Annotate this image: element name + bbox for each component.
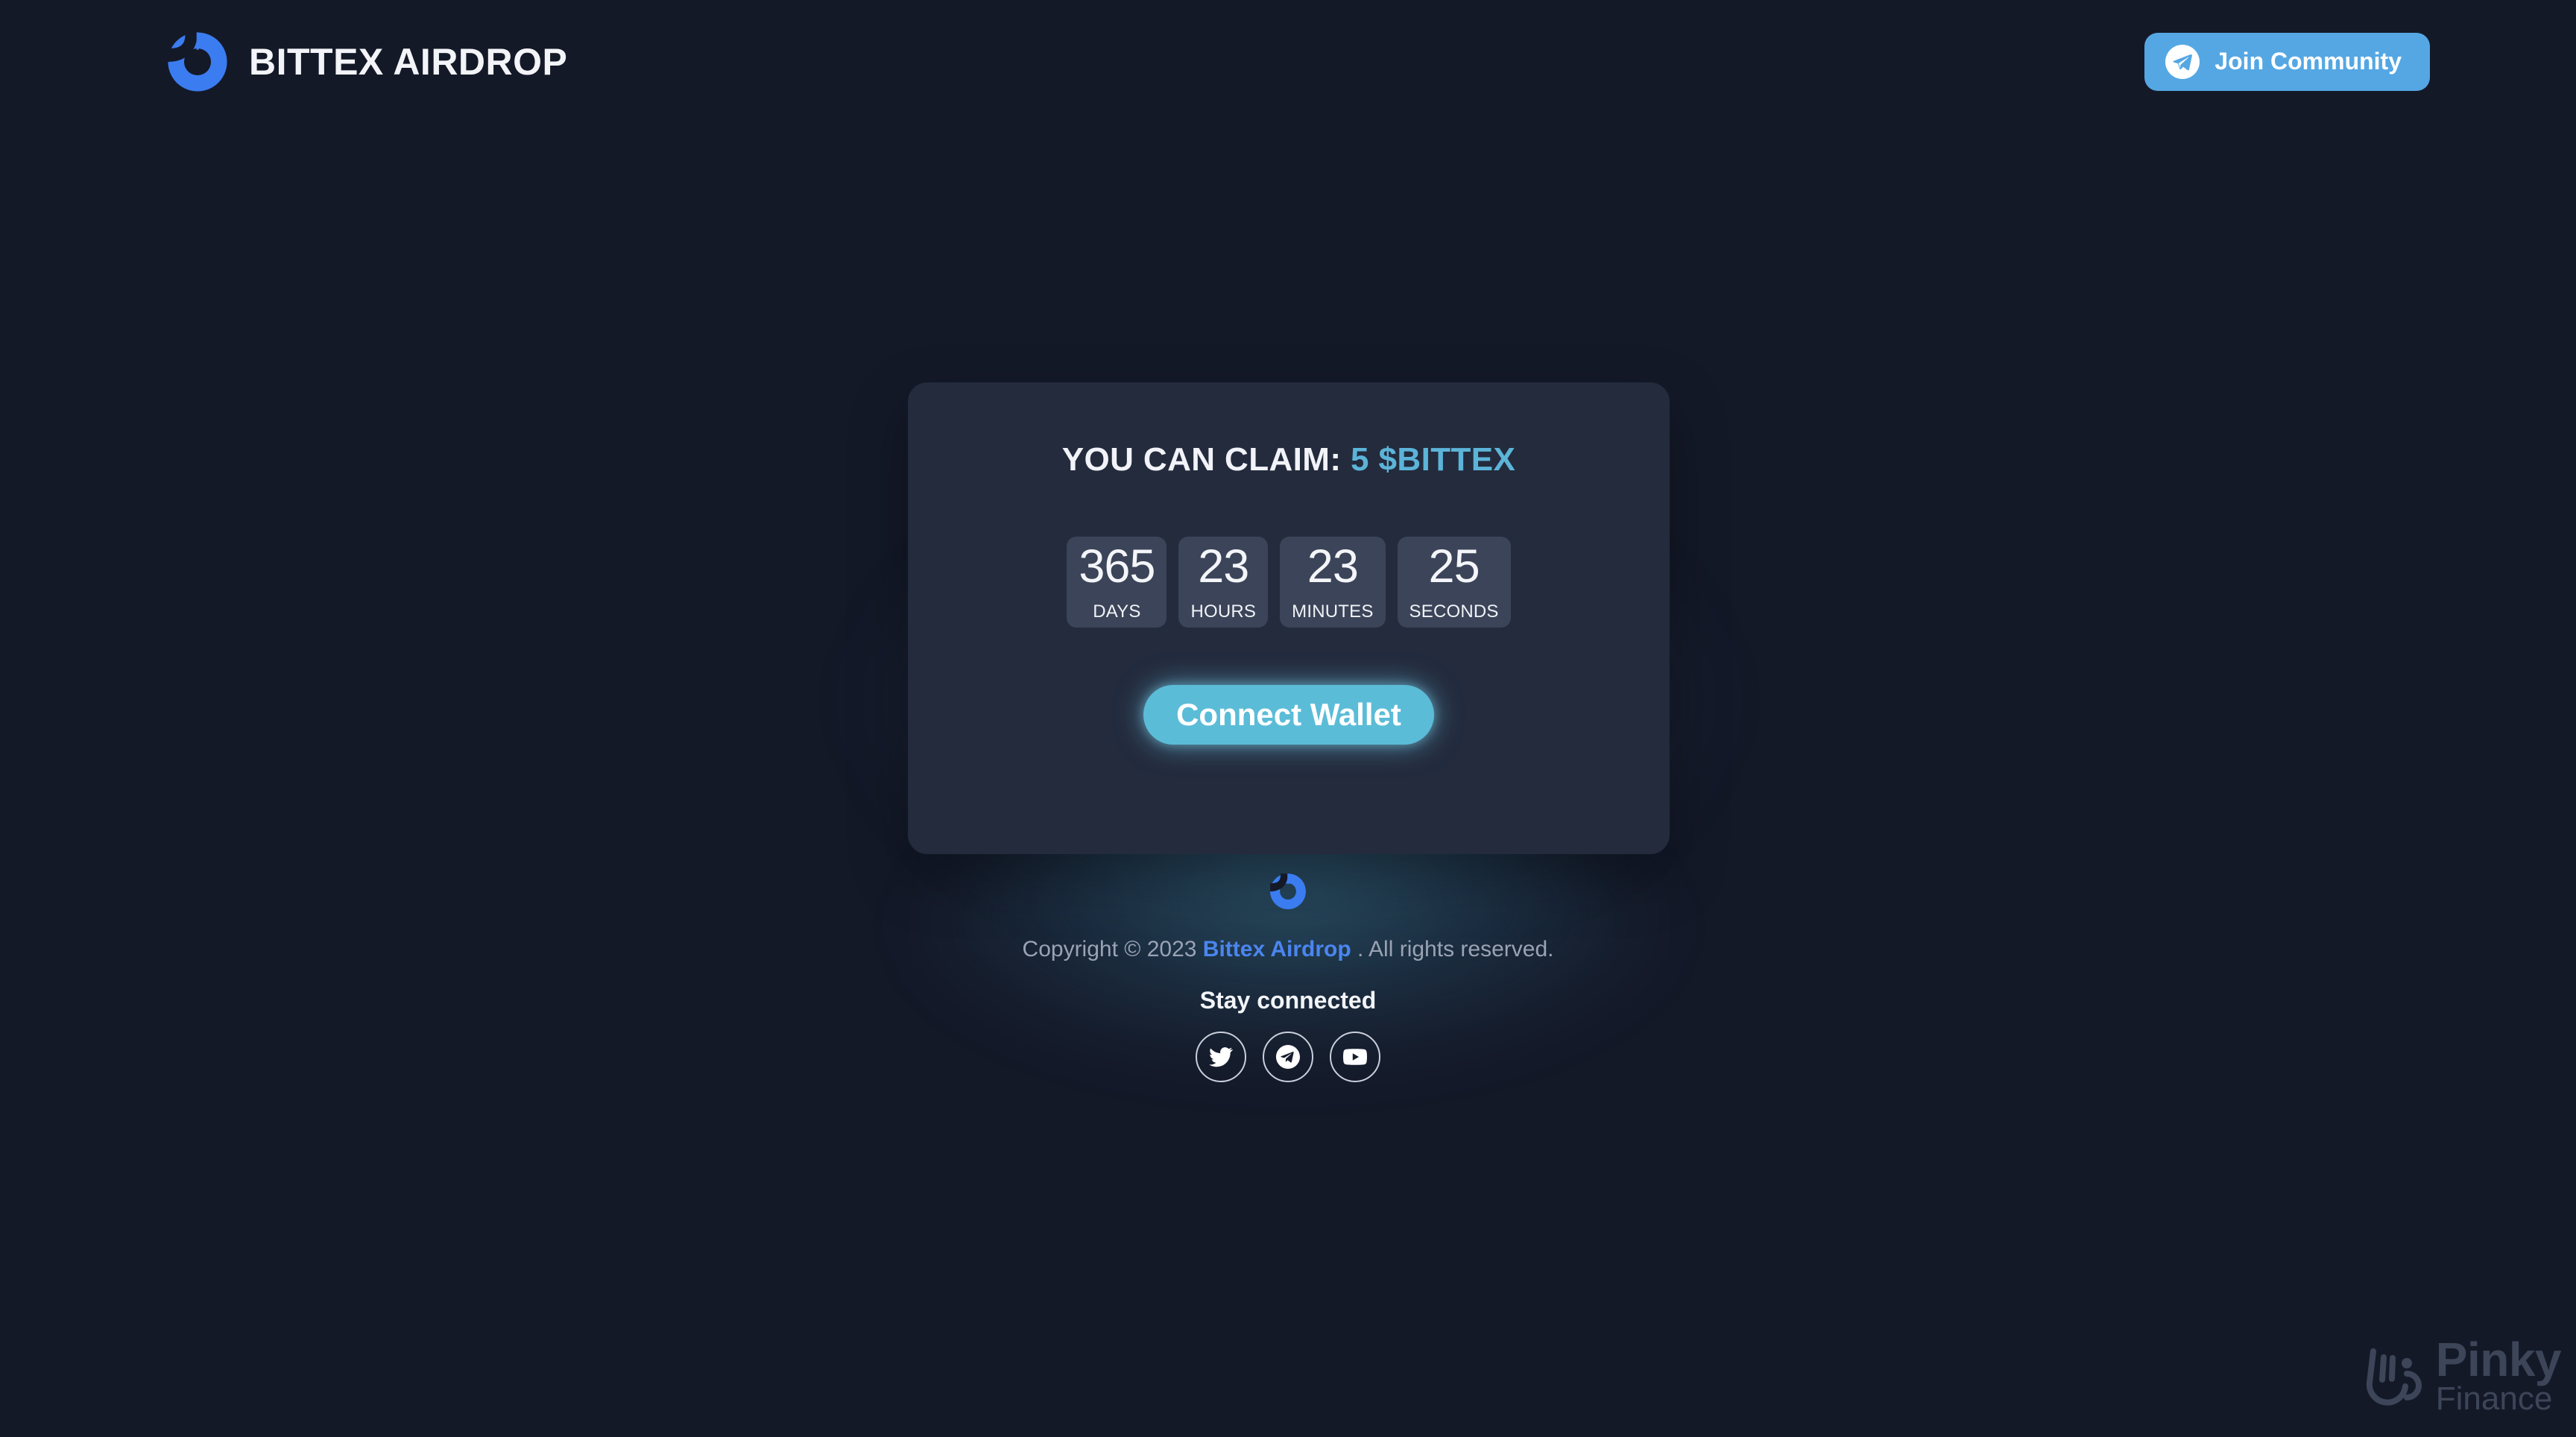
- join-community-label: Join Community: [2214, 48, 2402, 75]
- social-link-telegram[interactable]: [1263, 1032, 1313, 1082]
- claim-heading: YOU CAN CLAIM: 5 $BITTEX: [908, 441, 1670, 479]
- bittex-ring-logo-icon: [165, 30, 230, 94]
- countdown-value: 23: [1198, 540, 1249, 593]
- countdown-unit-hours: 23 HOURS: [1178, 537, 1269, 628]
- page-header: BITTEX AIRDROP Join Community: [0, 0, 2576, 123]
- brand-title: BITTEX AIRDROP: [249, 40, 568, 83]
- copyright-prefix: Copyright © 2023: [1022, 937, 1197, 961]
- main-stage: YOU CAN CLAIM: 5 $BITTEX 365 DAYS 23 HOU…: [0, 0, 2576, 1437]
- copyright-suffix: . All rights reserved.: [1357, 937, 1554, 961]
- connect-wallet-button[interactable]: Connect Wallet: [1143, 685, 1434, 745]
- countdown-timer: 365 DAYS 23 HOURS 23 MINUTES 25 SECONDS: [908, 537, 1670, 628]
- countdown-value: 23: [1307, 540, 1359, 593]
- countdown-label: HOURS: [1190, 601, 1257, 622]
- countdown-value: 25: [1428, 540, 1480, 593]
- brand: BITTEX AIRDROP: [165, 30, 567, 94]
- countdown-value: 365: [1079, 540, 1155, 593]
- countdown-unit-days: 365 DAYS: [1067, 537, 1167, 628]
- social-link-twitter[interactable]: [1196, 1032, 1246, 1082]
- social-link-youtube[interactable]: [1330, 1032, 1380, 1082]
- countdown-label: SECONDS: [1409, 601, 1499, 622]
- join-community-button[interactable]: Join Community: [2144, 32, 2430, 91]
- countdown-label: MINUTES: [1292, 601, 1374, 622]
- claim-amount: 5 $BITTEX: [1351, 441, 1516, 478]
- connect-wallet-wrap: Connect Wallet: [908, 685, 1670, 745]
- social-links: [1196, 1032, 1380, 1082]
- claim-label: YOU CAN CLAIM:: [1061, 441, 1342, 478]
- footer-bittex-ring-logo-icon: [1269, 872, 1307, 911]
- telegram-icon: [2165, 44, 2200, 79]
- page-footer: Copyright © 2023 Bittex Airdrop . All ri…: [0, 872, 2576, 1082]
- copyright: Copyright © 2023 Bittex Airdrop . All ri…: [1023, 937, 1554, 962]
- twitter-icon: [1209, 1045, 1233, 1069]
- claim-card: YOU CAN CLAIM: 5 $BITTEX 365 DAYS 23 HOU…: [908, 382, 1670, 854]
- stay-connected-title: Stay connected: [1199, 987, 1377, 1014]
- countdown-label: DAYS: [1093, 601, 1141, 622]
- countdown-unit-minutes: 23 MINUTES: [1280, 537, 1386, 628]
- telegram-icon: [1276, 1045, 1300, 1069]
- copyright-link[interactable]: Bittex Airdrop: [1203, 937, 1351, 961]
- youtube-icon: [1343, 1045, 1367, 1069]
- countdown-unit-seconds: 25 SECONDS: [1397, 537, 1511, 628]
